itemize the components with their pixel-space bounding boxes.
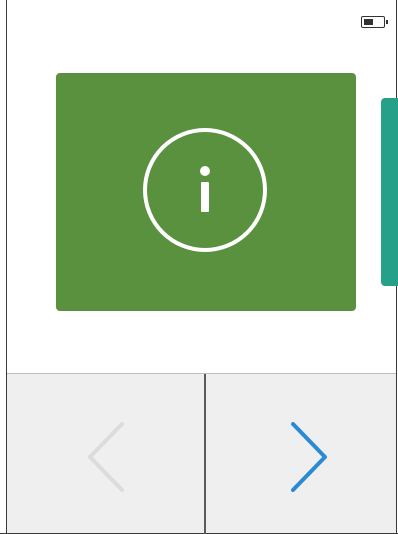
info-glyph [200, 166, 210, 212]
chevron-left-icon [88, 422, 124, 492]
battery-icon [361, 16, 388, 28]
next-button[interactable] [206, 374, 396, 533]
battery-fill [364, 19, 373, 25]
info-icon [143, 128, 267, 252]
battery-cap [386, 20, 388, 24]
chevron-right-icon [291, 422, 327, 492]
previous-button[interactable] [7, 374, 204, 533]
app-screen [0, 0, 398, 534]
next-card-peek[interactable] [381, 98, 398, 286]
card-carousel[interactable] [0, 40, 398, 370]
info-card[interactable] [56, 73, 356, 311]
bottom-navigation [7, 373, 396, 534]
